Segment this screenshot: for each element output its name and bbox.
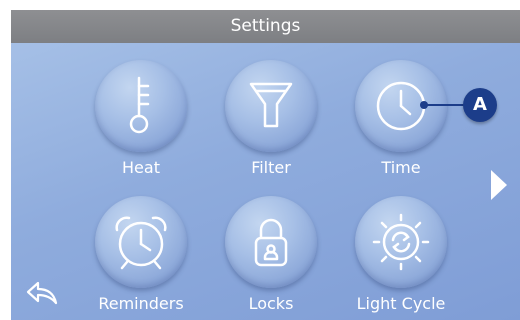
reminders-tile[interactable]: Reminders [86,196,196,313]
title-bar: Settings [11,10,520,43]
callout-dot [420,101,428,109]
locks-button[interactable] [225,196,317,288]
right-triangle-icon [491,170,507,200]
light-cycle-icon [372,213,430,271]
light-cycle-button[interactable] [355,196,447,288]
back-arrow-icon [26,281,58,305]
heat-button[interactable] [95,60,187,152]
filter-funnel-icon [249,82,293,128]
time-tile[interactable]: Time [346,60,456,177]
page-title: Settings [230,16,301,36]
next-page-button[interactable] [489,168,509,206]
locks-tile[interactable]: Locks [216,196,326,313]
settings-screen: Settings Heat Filter Time Reminders Lock… [11,10,520,320]
light-cycle-label: Light Cycle [356,294,446,313]
reminders-label: Reminders [98,294,184,313]
back-button[interactable] [25,280,59,310]
filter-label: Filter [251,158,291,177]
filter-button[interactable] [225,60,317,152]
lock-icon [254,218,288,267]
thermometer-icon [129,76,150,134]
filter-tile[interactable]: Filter [216,60,326,177]
heat-tile[interactable]: Heat [86,60,196,177]
time-label: Time [381,158,421,177]
clock-icon [376,81,426,131]
light-cycle-tile[interactable]: Light Cycle [346,196,456,313]
locks-label: Locks [248,294,294,313]
heat-label: Heat [122,158,160,177]
callout-badge: A [463,88,497,122]
alarm-clock-icon [115,216,167,270]
time-button[interactable] [355,60,447,152]
reminders-button[interactable] [95,196,187,288]
